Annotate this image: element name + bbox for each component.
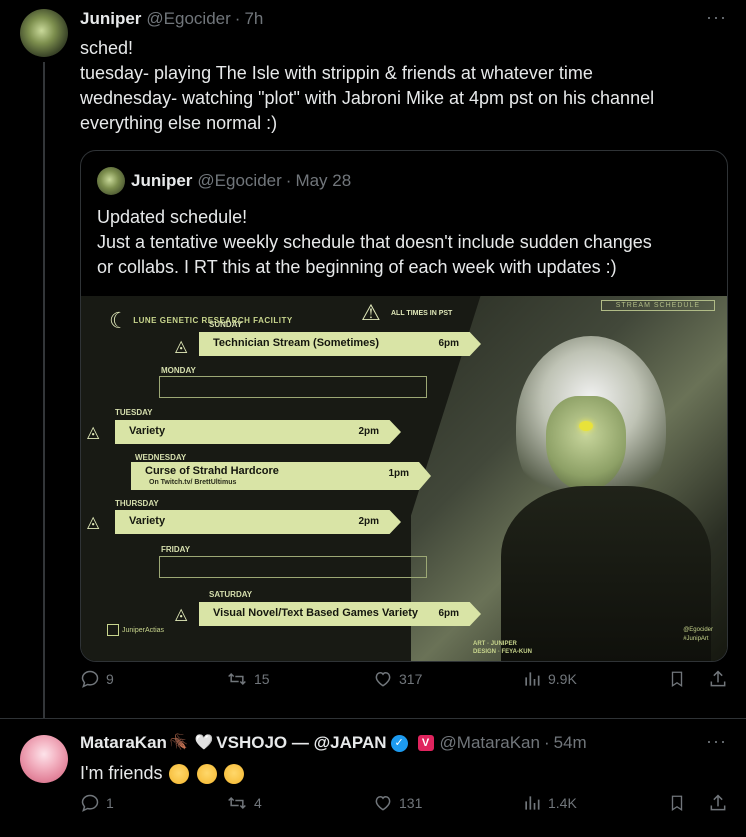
- views-button[interactable]: 9.9K: [522, 669, 577, 689]
- tweet-text: sched! tuesday- playing The Isle with st…: [80, 36, 720, 136]
- quote-author-name: Juniper: [131, 171, 193, 190]
- reply-icon: [81, 794, 99, 812]
- divider: [0, 718, 746, 719]
- day-label: MONDAY: [161, 366, 196, 375]
- day-label: SUNDAY: [209, 320, 243, 329]
- quote-text: Updated schedule! Just a tentative weekl…: [97, 205, 652, 280]
- tweet-line: sched!: [80, 38, 134, 58]
- like-button[interactable]: 317: [373, 669, 422, 689]
- warning-icon: ⚠: [361, 300, 381, 325]
- affiliate-badge-icon[interactable]: V: [417, 735, 434, 751]
- quote-author-handle: @Egocider: [197, 171, 282, 190]
- reply-author-handle[interactable]: @MataraKan: [440, 733, 540, 753]
- quote-timestamp: May 28: [295, 171, 352, 190]
- schedule-bar: Variety 2pm: [115, 510, 401, 534]
- heart-eyes-icon: [223, 764, 244, 785]
- quote-line: or collabs. I RT this at the beginning o…: [97, 257, 617, 277]
- author-name[interactable]: Juniper: [80, 9, 141, 29]
- quote-header: Juniper @Egocider · May 28: [131, 171, 351, 191]
- reply-avatar[interactable]: [20, 735, 68, 783]
- bookmark-button[interactable]: [668, 669, 686, 689]
- schedule-bar-empty: [159, 376, 427, 398]
- views-icon: [525, 672, 540, 686]
- views-icon: [525, 796, 540, 810]
- day-label: SATURDAY: [209, 590, 253, 599]
- repost-icon: [228, 672, 246, 686]
- schedule-image[interactable]: ☾ LUNE GENETIC RESEARCH FACILITY ⚠ ALL TI…: [81, 296, 727, 661]
- like-button[interactable]: 131: [373, 793, 422, 813]
- verified-badge-icon[interactable]: ✓: [390, 734, 408, 752]
- reply-header: MataraKan 🪳 🤍 VSHOJO — @JAPAN ✓ V @Matar…: [80, 733, 587, 753]
- author-handle[interactable]: @Egocider: [146, 9, 230, 29]
- avatar[interactable]: [20, 9, 68, 57]
- white-heart-icon: 🤍: [194, 734, 214, 751]
- twitch-icon: [107, 624, 119, 636]
- bookmark-button[interactable]: [668, 793, 686, 813]
- tweet-line: wednesday- watching "plot" with Jabroni …: [80, 88, 655, 108]
- schedule-bar: Curse of Strahd Hardcore 1pm On Twitch.tv…: [131, 462, 431, 490]
- schedule-bar: Technician Stream (Sometimes) 6pm: [199, 332, 481, 356]
- separator-dot: ·: [543, 733, 550, 752]
- share-icon: [710, 670, 726, 687]
- more-options-icon[interactable]: ···: [706, 731, 727, 752]
- quote-line: Updated schedule!: [97, 207, 248, 227]
- reply-text: I'm friends: [80, 761, 244, 785]
- schedule-bar-empty: [159, 556, 427, 578]
- heart-icon: [375, 795, 391, 811]
- bookmark-icon: [671, 795, 683, 812]
- quote-tweet[interactable]: Juniper @Egocider · May 28 Updated sched…: [80, 150, 728, 662]
- quote-avatar: [97, 167, 125, 195]
- timestamp[interactable]: 7h: [244, 9, 263, 29]
- eye-icon: ◬: [175, 338, 188, 355]
- thread-line: [43, 62, 45, 719]
- day-label: THURSDAY: [115, 499, 159, 508]
- art-credit: ART ◦ JUNIPER DESIGN ◦ FEYA-KUN: [473, 641, 532, 655]
- day-label: TUESDAY: [115, 408, 153, 417]
- day-label: FRIDAY: [161, 545, 191, 554]
- share-button[interactable]: [708, 669, 728, 689]
- more-options-icon[interactable]: ···: [706, 7, 727, 28]
- day-label: WEDNESDAY: [135, 453, 187, 462]
- eye-icon: ◬: [175, 606, 188, 623]
- facility-label: ☾ LUNE GENETIC RESEARCH FACILITY: [109, 308, 293, 333]
- heart-icon: [375, 671, 391, 687]
- quote-line: Just a tentative weekly schedule that do…: [97, 232, 652, 252]
- share-button[interactable]: [708, 793, 728, 813]
- schedule-bar: Variety 2pm: [115, 420, 401, 444]
- moon-icon: ☾: [109, 308, 130, 333]
- reply-icon: [81, 670, 99, 688]
- pleading-face-icon: [169, 764, 190, 785]
- repost-icon: [228, 796, 246, 810]
- flushed-face-icon: [196, 764, 217, 785]
- eye-icon: ◬: [87, 514, 100, 531]
- tweet-line: everything else normal :): [80, 113, 278, 133]
- separator-dot: ·: [285, 171, 292, 190]
- reply-button[interactable]: 9: [80, 669, 114, 689]
- schedule-bar: Visual Novel/Text Based Games Variety 6pm: [199, 602, 481, 626]
- tweet-line: tuesday- playing The Isle with strippin …: [80, 63, 593, 83]
- reply-timestamp[interactable]: 54m: [554, 733, 587, 753]
- bug-emoji-icon: 🪳: [169, 734, 189, 751]
- views-button[interactable]: 1.4K: [522, 793, 577, 813]
- repost-button[interactable]: 15: [226, 669, 270, 689]
- reply-author-affiliation[interactable]: VSHOJO — @JAPAN: [216, 733, 386, 753]
- twitch-handle: JuniperActias: [107, 624, 164, 636]
- timezone-label: ALL TIMES IN PST: [391, 310, 453, 317]
- reply-button[interactable]: 1: [80, 793, 114, 813]
- repost-button[interactable]: 4: [226, 793, 262, 813]
- share-icon: [710, 794, 726, 811]
- eye-icon: ◬: [87, 424, 100, 441]
- separator-dot: ·: [234, 9, 241, 28]
- social-tags: @Egocider #JunipArt: [683, 627, 713, 642]
- tweet-header: Juniper @Egocider · 7h: [80, 9, 263, 29]
- bookmark-icon: [671, 671, 683, 688]
- stream-schedule-label: STREAM SCHEDULE: [600, 300, 715, 311]
- reply-author-name[interactable]: MataraKan: [80, 733, 167, 753]
